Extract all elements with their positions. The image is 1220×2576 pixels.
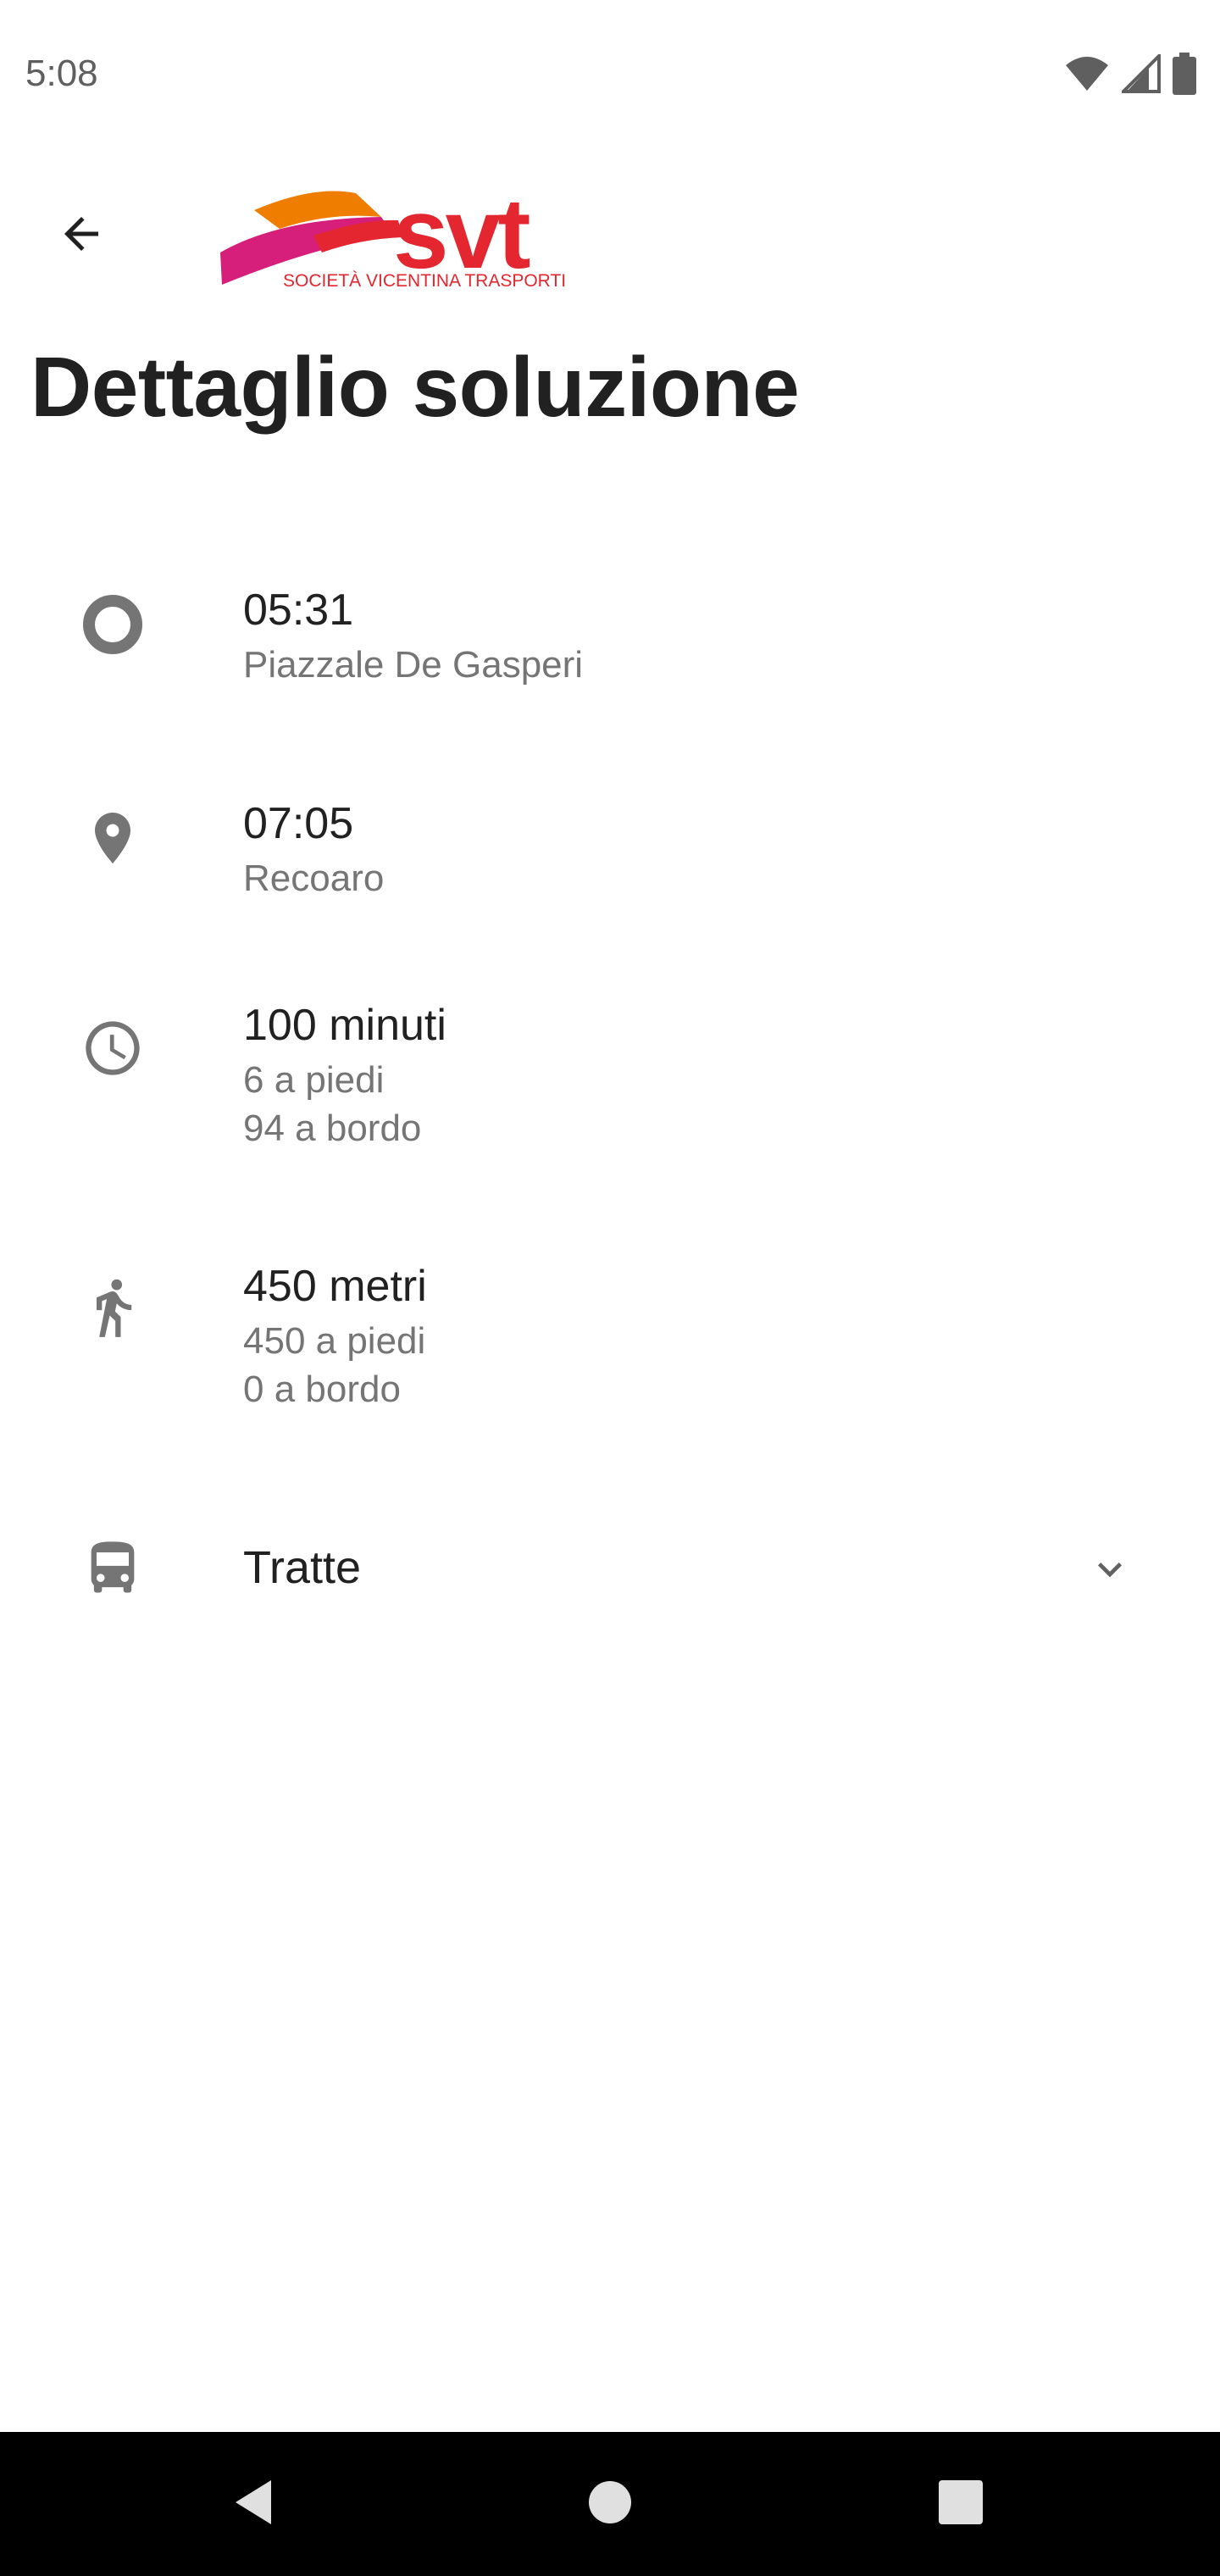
back-button[interactable]	[39, 193, 124, 278]
circle-outline-icon	[78, 590, 147, 659]
arrival-item: 07:05 Recoaro	[0, 793, 1220, 946]
status-time: 5:08	[25, 53, 98, 94]
nav-recents-icon	[937, 2479, 984, 2530]
bus-icon	[78, 1534, 147, 1603]
wifi-icon	[1064, 55, 1110, 97]
nav-recents-button[interactable]	[927, 2470, 995, 2538]
battery-icon	[1173, 53, 1196, 99]
walking-person-icon	[78, 1273, 147, 1342]
chevron-down-icon[interactable]	[1084, 1544, 1135, 1595]
logo-subtitle: SOCIETÀ VICENTINA TRASPORTI	[283, 271, 566, 291]
nav-home-icon	[586, 2479, 634, 2530]
distance-onboard: 0 a bordo	[243, 1368, 401, 1410]
duration-total: 100 minuti	[243, 1001, 446, 1050]
arrival-text: 07:05 Recoaro	[243, 793, 384, 902]
arrival-place: Recoaro	[243, 858, 385, 899]
duration-walking: 6 a piedi	[243, 1059, 385, 1101]
departure-text: 05:31 Piazzale De Gasperi	[243, 580, 583, 689]
system-nav-bar	[0, 2432, 1220, 2576]
arrow-back-icon	[56, 208, 107, 264]
map-pin-icon	[78, 803, 147, 873]
distance-text: 450 metri 450 a piedi 0 a bordo	[243, 1256, 427, 1413]
duration-onboard: 94 a bordo	[243, 1108, 422, 1149]
nav-back-button[interactable]	[220, 2470, 288, 2538]
duration-item: 100 minuti 6 a piedi 94 a bordo	[0, 995, 1220, 1198]
distance-walking: 450 a piedi	[243, 1320, 426, 1362]
duration-text: 100 minuti 6 a piedi 94 a bordo	[243, 995, 446, 1152]
cell-signal-icon	[1119, 52, 1161, 97]
app-bar: svt SOCIETÀ VICENTINA TRASPORTI	[0, 144, 1220, 314]
arrival-time: 07:05	[243, 799, 354, 848]
status-bar: 5:08	[0, 0, 1220, 144]
tratte-expand-row[interactable]: Tratte	[0, 1508, 1220, 1627]
clock-icon	[78, 1013, 147, 1083]
tratte-label: Tratte	[243, 1542, 362, 1593]
nav-back-icon	[229, 2477, 280, 2532]
page-title: Dettaglio soluzione	[30, 340, 800, 435]
departure-place: Piazzale De Gasperi	[243, 644, 584, 686]
departure-time: 05:31	[243, 586, 354, 635]
svt-logo: svt SOCIETÀ VICENTINA TRASPORTI	[212, 168, 585, 295]
departure-item: 05:31 Piazzale De Gasperi	[0, 580, 1220, 732]
distance-item: 450 metri 450 a piedi 0 a bordo	[0, 1256, 1220, 1459]
distance-total: 450 metri	[243, 1262, 427, 1311]
status-icons	[1064, 52, 1196, 99]
nav-home-button[interactable]	[576, 2470, 644, 2538]
